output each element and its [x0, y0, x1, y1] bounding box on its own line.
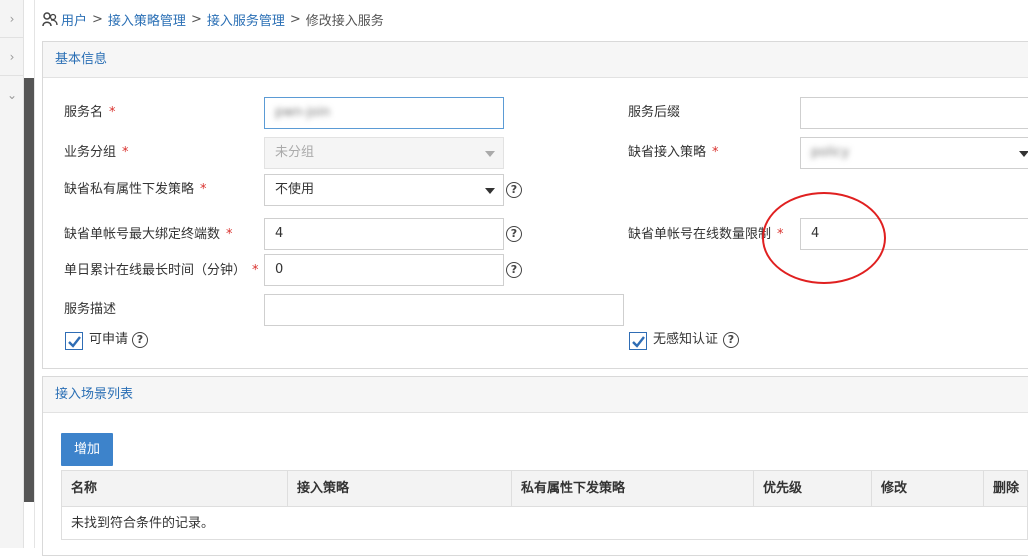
default-policy-select[interactable]: policy — [800, 137, 1028, 169]
daily-online-time-label: 单日累计在线最长时间（分钟） * — [64, 263, 259, 278]
chevron-down-icon — [1019, 151, 1028, 157]
business-group-select[interactable]: 未分组 — [264, 137, 504, 169]
breadcrumb-current: 修改接入服务 — [305, 13, 384, 29]
add-button[interactable]: 增加 — [61, 433, 113, 466]
breadcrumb-link-access-service[interactable]: 接入服务管理 — [207, 10, 285, 29]
max-bind-terminals-input[interactable]: 4 — [264, 218, 504, 250]
breadcrumb-link-users[interactable]: 用户 — [61, 10, 87, 29]
column-header-priority[interactable]: 优先级 — [754, 471, 872, 507]
help-icon[interactable]: ? — [723, 332, 739, 348]
daily-online-time-input[interactable]: 0 — [264, 254, 504, 286]
breadcrumb-separator: > — [190, 11, 202, 27]
chevron-down-icon — [485, 151, 495, 157]
help-icon[interactable]: ? — [506, 226, 522, 242]
chevron-down-icon[interactable]: ⌄ — [0, 76, 24, 114]
user-group-icon — [42, 11, 58, 27]
chevron-right-icon[interactable]: › — [0, 38, 24, 76]
online-limit-label: 缺省单帐号在线数量限制 * — [628, 227, 784, 242]
table-header: 名称 接入策略 私有属性下发策略 优先级 修改 删除 — [62, 471, 1027, 507]
divider — [34, 0, 35, 548]
chevron-right-icon[interactable]: › — [0, 0, 24, 38]
breadcrumb: 用户 > 接入策略管理 > 接入服务管理 > 修改接入服务 — [42, 9, 384, 29]
breadcrumb-separator: > — [289, 11, 301, 27]
applicable-label: 可申请 — [89, 332, 129, 347]
applicable-checkbox[interactable] — [65, 332, 83, 350]
checkmark-icon — [68, 336, 81, 348]
left-rail: › › ⌄ — [0, 0, 24, 548]
max-bind-terminals-label: 缺省单帐号最大绑定终端数 * — [64, 227, 233, 242]
private-attr-policy-select[interactable]: 不使用 — [264, 174, 504, 206]
column-header-name[interactable]: 名称 — [62, 471, 288, 507]
help-icon[interactable]: ? — [506, 262, 522, 278]
default-policy-label: 缺省接入策略 * — [628, 145, 719, 160]
rail-scrollbar[interactable] — [24, 78, 34, 502]
service-name-input[interactable]: pwn-join — [264, 97, 504, 129]
seamless-auth-label: 无感知认证 — [653, 332, 719, 347]
description-input[interactable] — [264, 294, 624, 326]
breadcrumb-link-access-policy[interactable]: 接入策略管理 — [108, 10, 186, 29]
help-icon[interactable]: ? — [506, 182, 522, 198]
column-header-private-attr[interactable]: 私有属性下发策略 — [512, 471, 754, 507]
scene-table: 名称 接入策略 私有属性下发策略 优先级 修改 删除 未找到符合条件的记录。 — [61, 470, 1028, 540]
chevron-down-icon — [485, 188, 495, 194]
column-header-policy[interactable]: 接入策略 — [288, 471, 512, 507]
panel-title: 基本信息 — [43, 42, 1028, 78]
description-label: 服务描述 — [64, 302, 117, 317]
seamless-auth-checkbox[interactable] — [629, 332, 647, 350]
annotation-circle — [762, 192, 886, 284]
private-attr-policy-label: 缺省私有属性下发策略 * — [64, 182, 207, 197]
help-icon[interactable]: ? — [132, 332, 148, 348]
column-header-delete: 删除 — [993, 481, 1020, 496]
service-suffix-input[interactable] — [800, 97, 1028, 129]
empty-message: 未找到符合条件的记录。 — [71, 516, 215, 531]
business-group-label: 业务分组 * — [64, 145, 129, 160]
column-header-edit: 修改 — [872, 471, 984, 507]
panel-title: 接入场景列表 — [43, 377, 1028, 413]
service-name-label: 服务名 * — [64, 105, 116, 120]
breadcrumb-separator: > — [92, 11, 103, 27]
service-suffix-label: 服务后缀 — [628, 105, 681, 120]
checkmark-icon — [632, 336, 645, 348]
